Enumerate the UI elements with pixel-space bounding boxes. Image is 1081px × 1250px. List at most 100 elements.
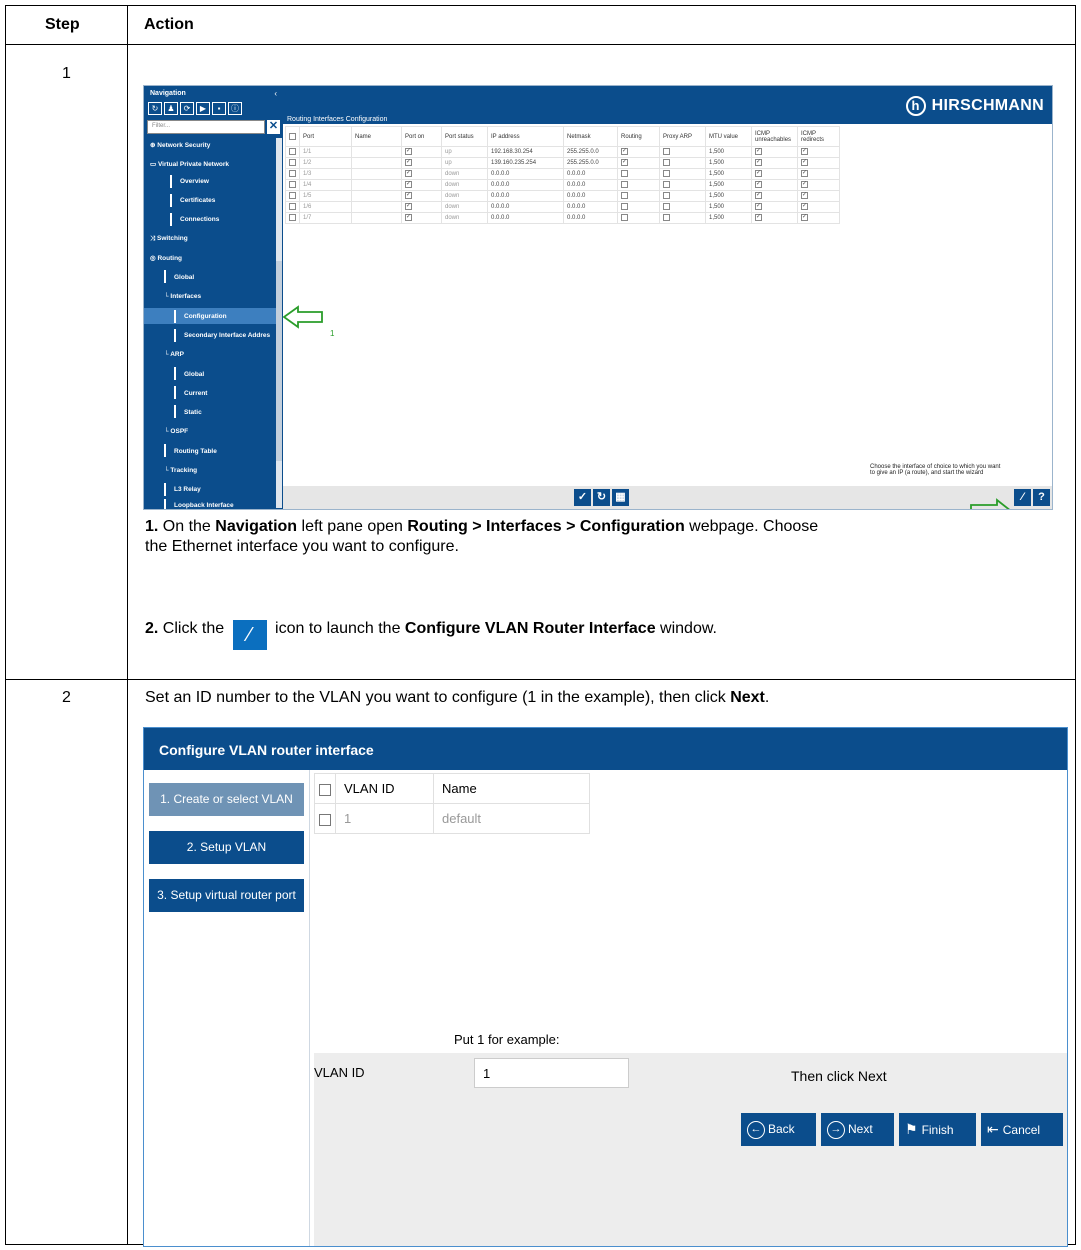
mtu-cell[interactable]: 1,500 xyxy=(705,168,752,180)
col-port-on[interactable]: Port on xyxy=(401,126,442,147)
wizard-step-2[interactable]: 2. Setup VLAN xyxy=(149,831,304,864)
col-mtu[interactable]: MTU value xyxy=(705,126,752,147)
icmp-unreachables-checkbox[interactable]: ✓ xyxy=(751,179,798,191)
apply-icon[interactable]: ✓ xyxy=(574,489,591,506)
row-checkbox[interactable] xyxy=(285,212,300,224)
wizard-step-3[interactable]: 3. Setup virtual router port xyxy=(149,879,304,912)
col-name[interactable]: Name xyxy=(351,126,402,147)
ip-cell[interactable]: 0.0.0.0 xyxy=(487,168,564,180)
next-button[interactable]: → Next xyxy=(821,1113,894,1146)
icmp-redirects-checkbox[interactable]: ✓ xyxy=(797,168,840,180)
table-row[interactable]: 1/3 ✓ down 0.0.0.0 0.0.0.0 1,500 ✓ ✓ xyxy=(285,168,840,180)
ip-cell[interactable]: 139.160.235.254 xyxy=(487,157,564,169)
select-all-checkbox[interactable] xyxy=(314,773,336,804)
row-checkbox[interactable] xyxy=(285,157,300,169)
col-name[interactable]: Name xyxy=(433,773,590,804)
proxy-arp-checkbox[interactable] xyxy=(659,157,706,169)
table-row[interactable]: 1/5 ✓ down 0.0.0.0 0.0.0.0 1,500 ✓ ✓ xyxy=(285,190,840,202)
nav-certificates[interactable]: Certificates xyxy=(180,197,215,204)
col-routing[interactable]: Routing xyxy=(617,126,660,147)
routing-checkbox[interactable] xyxy=(617,168,660,180)
table-row[interactable]: 1/6 ✓ down 0.0.0.0 0.0.0.0 1,500 ✓ ✓ xyxy=(285,201,840,213)
nav-switching[interactable]: ⤨ Switching xyxy=(150,235,188,243)
icmp-unreachables-checkbox[interactable]: ✓ xyxy=(751,157,798,169)
routing-checkbox[interactable] xyxy=(617,201,660,213)
icmp-unreachables-checkbox[interactable]: ✓ xyxy=(751,168,798,180)
col-port-status[interactable]: Port status xyxy=(441,126,488,147)
nav-interfaces[interactable]: └ Interfaces xyxy=(164,293,201,300)
proxy-arp-checkbox[interactable] xyxy=(659,190,706,202)
col-icmp-redirects[interactable]: ICMP redirects xyxy=(797,126,840,147)
ip-cell[interactable]: 0.0.0.0 xyxy=(487,190,564,202)
nav-routing[interactable]: ◎ Routing xyxy=(150,254,182,262)
nav-ospf[interactable]: └ OSPF xyxy=(164,428,188,435)
port-on-checkbox[interactable]: ✓ xyxy=(401,168,442,180)
nav-secondary-interface[interactable]: Secondary Interface Addres xyxy=(184,332,270,339)
netmask-cell[interactable]: 0.0.0.0 xyxy=(563,168,618,180)
nav-routing-table[interactable]: Routing Table xyxy=(174,448,217,455)
icmp-redirects-checkbox[interactable]: ✓ xyxy=(797,157,840,169)
col-port[interactable]: Port xyxy=(299,126,352,147)
proxy-arp-checkbox[interactable] xyxy=(659,168,706,180)
netmask-cell[interactable]: 0.0.0.0 xyxy=(563,179,618,191)
table-row[interactable]: 1/2 ✓ up 139.160.235.254 255.255.0.0 ✓ 1,500 ✓ ✓ xyxy=(285,157,840,169)
mtu-cell[interactable]: 1,500 xyxy=(705,157,752,169)
col-icmp-unreachables[interactable]: ICMP unreachables xyxy=(751,126,798,147)
icmp-redirects-checkbox[interactable]: ✓ xyxy=(797,179,840,191)
nav-loopback[interactable]: Loopback Interface xyxy=(174,502,234,509)
nav-filter-input[interactable]: Filter... xyxy=(147,120,265,134)
nav-static[interactable]: Static xyxy=(184,409,202,416)
mtu-cell[interactable]: 1,500 xyxy=(705,190,752,202)
col-ip-address[interactable]: IP address xyxy=(487,126,564,147)
nav-overview[interactable]: Overview xyxy=(180,178,209,185)
nav-current[interactable]: Current xyxy=(184,390,207,397)
port-on-checkbox[interactable]: ✓ xyxy=(401,146,442,158)
mtu-cell[interactable]: 1,500 xyxy=(705,201,752,213)
row-checkbox[interactable] xyxy=(285,146,300,158)
finish-button[interactable]: ⚑ Finish xyxy=(899,1113,976,1146)
col-proxy-arp[interactable]: Proxy ARP xyxy=(659,126,706,147)
mtu-cell[interactable]: 1,500 xyxy=(705,179,752,191)
nav-vpn[interactable]: ▭ Virtual Private Network xyxy=(150,160,229,168)
icmp-redirects-checkbox[interactable]: ✓ xyxy=(797,212,840,224)
icmp-unreachables-checkbox[interactable]: ✓ xyxy=(751,190,798,202)
routing-checkbox[interactable] xyxy=(617,190,660,202)
nav-scrollbar-thumb[interactable] xyxy=(276,261,282,461)
netmask-cell[interactable]: 255.255.0.0 xyxy=(563,146,618,158)
nav-configuration[interactable]: Configuration xyxy=(184,313,227,320)
ip-cell[interactable]: 192.168.30.254 xyxy=(487,146,564,158)
port-on-checkbox[interactable]: ✓ xyxy=(401,179,442,191)
refresh-icon[interactable]: ↻ xyxy=(148,102,162,115)
sync-icon[interactable]: ⟳ xyxy=(180,102,194,115)
routing-checkbox[interactable]: ✓ xyxy=(617,146,660,158)
help-icon[interactable]: ? xyxy=(1033,489,1050,506)
mtu-cell[interactable]: 1,500 xyxy=(705,146,752,158)
col-vlan-id[interactable]: VLAN ID xyxy=(335,773,434,804)
proxy-arp-checkbox[interactable] xyxy=(659,179,706,191)
port-on-checkbox[interactable]: ✓ xyxy=(401,190,442,202)
netmask-cell[interactable]: 0.0.0.0 xyxy=(563,201,618,213)
proxy-arp-checkbox[interactable] xyxy=(659,201,706,213)
port-on-checkbox[interactable]: ✓ xyxy=(401,212,442,224)
nav-tracking[interactable]: └ Tracking xyxy=(164,467,197,474)
ip-cell[interactable]: 0.0.0.0 xyxy=(487,201,564,213)
nav-l3-relay[interactable]: L3 Relay xyxy=(174,486,201,493)
table-row[interactable]: 1/7 ✓ down 0.0.0.0 0.0.0.0 1,500 ✓ ✓ xyxy=(285,212,840,224)
routing-checkbox[interactable]: ✓ xyxy=(617,157,660,169)
ip-cell[interactable]: 0.0.0.0 xyxy=(487,179,564,191)
icmp-redirects-checkbox[interactable]: ✓ xyxy=(797,190,840,202)
icmp-redirects-checkbox[interactable]: ✓ xyxy=(797,146,840,158)
vlan-id-input[interactable]: 1 xyxy=(474,1058,629,1088)
select-all-checkbox[interactable] xyxy=(285,126,300,147)
user-icon[interactable]: ♟ xyxy=(164,102,178,115)
table-row[interactable]: 1/1 ✓ up 192.168.30.254 255.255.0.0 ✓ 1,500 ✓ ✓ xyxy=(285,146,840,158)
icmp-unreachables-checkbox[interactable]: ✓ xyxy=(751,146,798,158)
clear-filter-icon[interactable]: ✕ xyxy=(267,120,280,134)
icmp-unreachables-checkbox[interactable]: ✓ xyxy=(751,201,798,213)
row-checkbox[interactable] xyxy=(285,190,300,202)
routing-checkbox[interactable] xyxy=(617,179,660,191)
netmask-cell[interactable]: 0.0.0.0 xyxy=(563,212,618,224)
nav-arp[interactable]: └ ARP xyxy=(164,351,184,358)
netmask-cell[interactable]: 255.255.0.0 xyxy=(563,157,618,169)
routing-checkbox[interactable] xyxy=(617,212,660,224)
